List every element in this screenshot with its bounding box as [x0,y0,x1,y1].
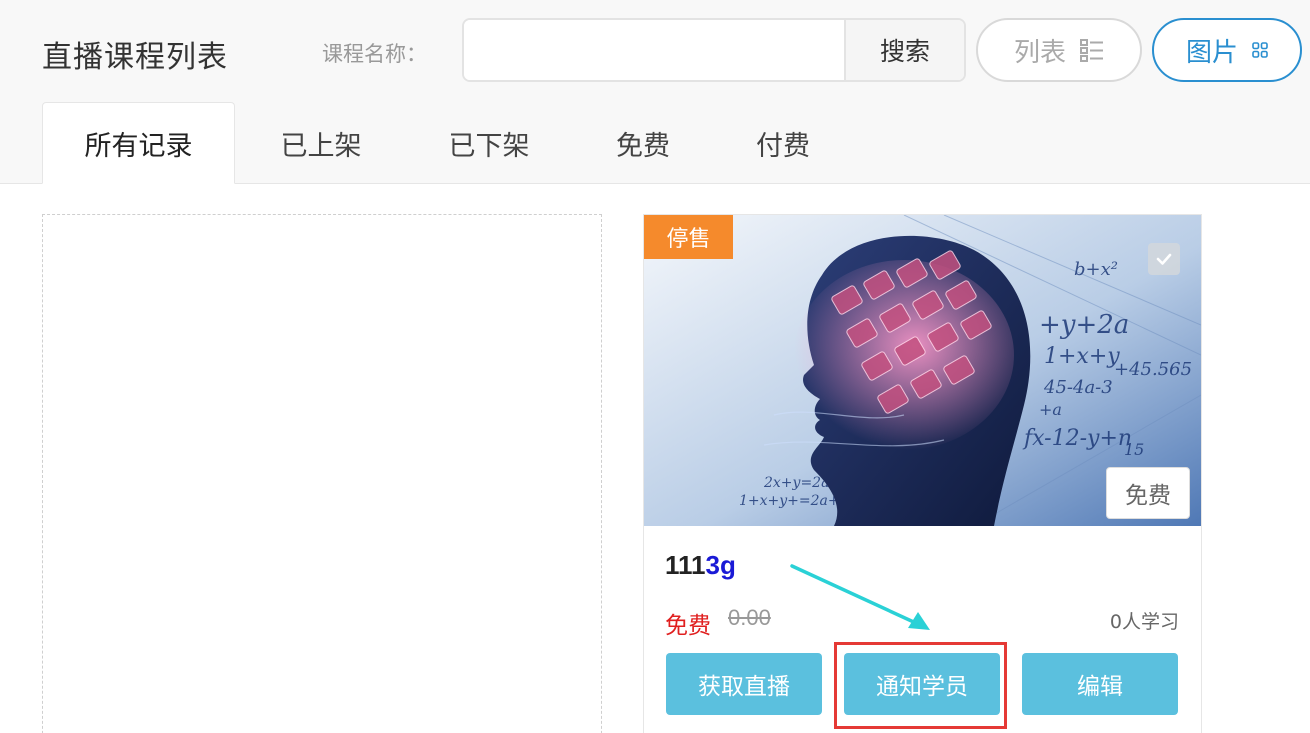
svg-text:+45.565: +45.565 [1114,359,1192,380]
svg-text:45-4a-3: 45-4a-3 [1043,377,1113,398]
grid-view-button[interactable]: 图片 [1152,18,1302,82]
course-thumbnail[interactable]: +y+2a 1+x+y 45-4a-3 +45.565 fx-12-y+n +a… [644,215,1201,526]
filter-tabs: 所有记录 已上架 已下架 免费 付费 [42,102,851,184]
notify-students-button[interactable]: 通知学员 [844,653,1000,715]
add-course-card[interactable] [42,214,602,733]
price-type-tag: 免费 [1106,467,1190,519]
search-button[interactable]: 搜索 [844,20,964,80]
select-checkbox[interactable] [1148,243,1180,275]
tab-free[interactable]: 免费 [571,102,715,184]
course-name-search-input[interactable] [464,20,846,80]
svg-text:15: 15 [1124,440,1144,459]
svg-text:+y+2a: +y+2a [1039,310,1129,340]
tab-all-records[interactable]: 所有记录 [42,102,235,184]
list-icon [1080,39,1103,62]
grid-icon [1252,42,1268,58]
course-title-part-1: 111 [665,550,706,580]
tab-off-shelf[interactable]: 已下架 [407,102,571,184]
svg-text:1+x+y: 1+x+y [1044,344,1120,369]
get-live-button[interactable]: 获取直播 [666,653,822,715]
page-title: 直播课程列表 [42,40,228,75]
course-card: +y+2a 1+x+y 45-4a-3 +45.565 fx-12-y+n +a… [643,214,1202,733]
tab-on-shelf[interactable]: 已上架 [235,102,407,184]
learner-count: 0人学习 [1109,611,1179,633]
svg-text:fx-12-y+n: fx-12-y+n [1022,426,1132,451]
page-header: 直播课程列表 课程名称： 搜索 列表 图片 所有记录 已上架 已下架 免费 付费 [0,0,1310,184]
search-box: 搜索 [462,18,966,82]
list-view-label: 列表 [1013,37,1066,68]
tab-paid[interactable]: 付费 [715,102,851,184]
price-label: 免费 [665,613,711,639]
grid-view-label: 图片 [1185,37,1238,68]
svg-text:+a: +a [1039,400,1062,419]
status-tag: 停售 [644,215,733,259]
course-title[interactable]: 1113g [665,550,736,581]
list-view-button[interactable]: 列表 [976,18,1142,82]
check-icon [1156,253,1172,265]
svg-text:b+x²: b+x² [1074,259,1118,280]
edit-button[interactable]: 编辑 [1022,653,1178,715]
search-label: 课程名称： [322,42,427,66]
course-title-part-2: 3g [705,550,736,580]
original-price: 0.00 [728,605,771,630]
